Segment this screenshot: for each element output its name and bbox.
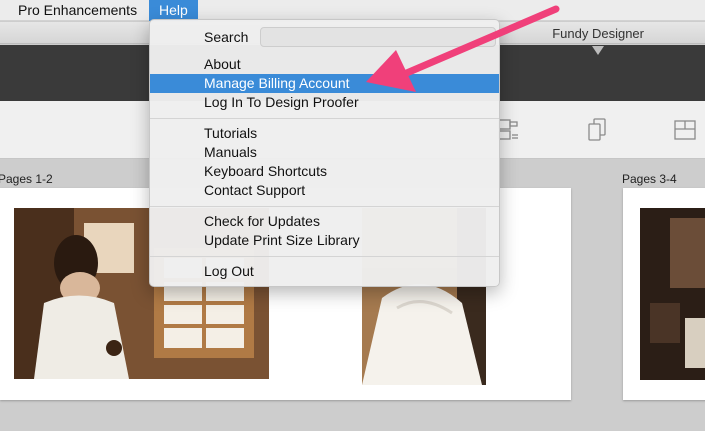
menu-pro-enhancements[interactable]: Pro Enhancements	[9, 0, 146, 21]
menu-separator	[150, 118, 499, 119]
menu-item-keyboard-shortcuts[interactable]: Keyboard Shortcuts	[150, 162, 499, 181]
spread-label: Pages 3-4	[622, 172, 677, 186]
menu-item-manage-billing-account[interactable]: Manage Billing Account	[150, 74, 499, 93]
menu-item-manuals[interactable]: Manuals	[150, 143, 499, 162]
menu-bar: Pro Enhancements Help	[0, 0, 705, 21]
app-title: Fundy Designer	[552, 26, 644, 41]
spread-pages-3-4[interactable]	[623, 188, 705, 400]
menu-help[interactable]: Help	[149, 0, 198, 21]
menu-item-about[interactable]: About	[150, 55, 499, 74]
spread-label: Pages 1-2	[0, 172, 53, 186]
menu-separator	[150, 206, 499, 207]
help-menu-dropdown: Search About Manage Billing Account Log …	[149, 19, 500, 287]
help-search-input[interactable]	[260, 27, 496, 47]
menu-item-contact-support[interactable]: Contact Support	[150, 181, 499, 200]
triangle-down-icon[interactable]	[592, 46, 604, 55]
help-search-label: Search	[204, 29, 249, 45]
menu-item-update-print-size-library[interactable]: Update Print Size Library	[150, 231, 499, 250]
menu-item-log-out[interactable]: Log Out	[150, 262, 499, 281]
pages-stack-icon[interactable]	[585, 117, 609, 143]
menu-item-log-in-design-proofer[interactable]: Log In To Design Proofer	[150, 93, 499, 112]
photo-room-interior[interactable]	[640, 208, 705, 380]
help-search-row: Search	[150, 20, 499, 54]
menu-item-tutorials[interactable]: Tutorials	[150, 124, 499, 143]
menu-item-check-for-updates[interactable]: Check for Updates	[150, 212, 499, 231]
template-icon[interactable]	[673, 117, 697, 143]
menu-separator	[150, 256, 499, 257]
